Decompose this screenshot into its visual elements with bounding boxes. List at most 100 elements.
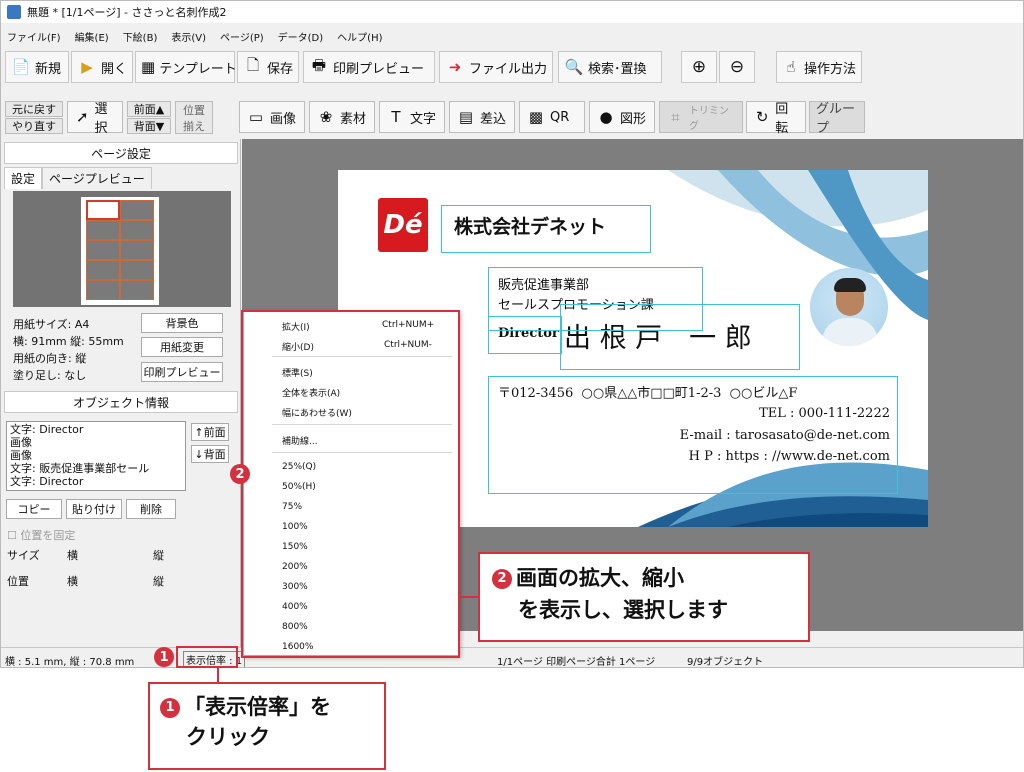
file-output-button[interactable]: ➜ ファイル出力 [439,51,553,83]
background-color-button[interactable]: 背景色 [141,313,223,333]
card-slot[interactable] [120,280,154,300]
text-icon: T [391,108,401,126]
list-item[interactable]: 文字: Director [10,423,182,436]
page-settings-header: ページ設定 [4,142,238,164]
text-button[interactable]: T 文字 [379,101,445,133]
lock-position-checkbox[interactable]: ☐ 位置を固定 [7,527,75,543]
align-button[interactable]: 位置 揃え [175,101,213,134]
title-bar: 無題 * [1/1ページ] - ささっと名刺作成2 [1,1,1023,23]
paper-thumbnail [81,197,159,305]
list-item[interactable]: 画像 [10,436,182,449]
menu-page[interactable]: ページ(P) [220,29,264,44]
zoom-in-button[interactable]: ⊕ [681,51,717,83]
undo-button[interactable]: 元に戻す [5,101,63,117]
copy-button[interactable]: コピー [6,499,62,519]
menu-underlay[interactable]: 下絵(B) [123,29,158,44]
profile-photo[interactable] [810,268,888,346]
object-front-button[interactable]: ↑前面 [191,423,229,441]
delete-button[interactable]: 削除 [126,499,176,519]
zoom-in-icon: ⊕ [691,57,707,77]
list-item[interactable]: 文字: 販売促進事業部セール [10,462,182,475]
callout-two-connector [460,596,480,598]
zoom-highlight-box [176,646,238,668]
selected-card-slot[interactable] [86,200,120,220]
menu-help[interactable]: ヘルプ(H) [337,29,382,44]
rotate-button[interactable]: ↻ 回転 [746,101,806,136]
card-slot[interactable] [86,220,120,240]
search-icon: 🔍 [564,58,584,76]
merge-document-icon: ▤ [458,108,474,126]
template-button[interactable]: ▦ テンプレート [135,51,237,83]
page-tabs: 設定 ページプレビュー [4,167,152,189]
coords-readout: 横 : 5.1 mm, 縦 : 70.8 mm [5,657,135,668]
save-icon: 🗋 [246,55,260,74]
zoom-out-button[interactable]: ⊖ [719,51,755,83]
menu-view[interactable]: 表示(V) [171,29,206,44]
trim-button[interactable]: ⌗ トリミング [659,101,743,133]
tab-page-preview[interactable]: ページプレビュー [42,167,152,189]
step-two-marker: 2 [230,464,250,484]
orientation-label: 用紙の向き: 縦 [13,352,87,365]
list-item[interactable]: 画像 [10,449,182,462]
paste-button[interactable]: 貼り付け [66,499,122,519]
redo-button[interactable]: やり直す [5,118,63,134]
object-list[interactable]: 文字: Director 画像 画像 文字: 販売促進事業部セール 文字: Di… [6,421,186,491]
callout-step-two: 2 画面の拡大、縮小 を表示し、選択します [478,552,810,642]
card-slot[interactable] [120,260,154,280]
bleed-label: 塗り足し: なし [13,369,87,382]
object-back-button[interactable]: ↓背面 [191,445,229,463]
search-replace-button[interactable]: 🔍 検索･置換 [558,51,662,83]
position-vertical-label: 縦 [153,575,164,588]
list-item[interactable]: 文字: Director [10,475,182,488]
image-button[interactable]: ▭ 画像 [239,101,305,133]
new-button[interactable]: 📄 新規 [5,51,69,83]
merge-button[interactable]: ▤ 差込 [449,101,515,133]
shape-button[interactable]: ● 図形 [589,101,655,133]
page-preview [13,191,231,307]
open-folder-icon: ▶ [81,58,93,76]
print-preview-small-button[interactable]: 印刷プレビュー [141,362,223,382]
menu-bar: ファイル(F) 編集(E) 下絵(B) 表示(V) ページ(P) データ(D) … [1,25,383,47]
page-count: 1/1ページ 印刷ページ合計 1ページ [497,657,656,668]
size-horizontal-label: 横 [67,549,78,562]
rotate-icon: ↻ [755,108,769,126]
card-slot[interactable] [86,240,120,260]
card-slot[interactable] [120,200,154,220]
select-button[interactable]: ➚ 選択 [67,101,123,136]
help-button[interactable]: ☝ 操作方法 [776,51,862,83]
tab-settings[interactable]: 設定 [4,167,43,189]
selection-company [441,205,651,253]
callout-step-one: 1 「表示倍率」を クリック [148,682,386,770]
change-paper-button[interactable]: 用紙変更 [141,337,223,357]
material-button[interactable]: ❀ 素材 [309,101,375,133]
selection-title [488,316,562,354]
company-logo[interactable]: Dé [378,198,428,252]
card-slot[interactable] [120,240,154,260]
card-layout-grid [86,200,154,300]
dimensions-label: 横: 91mm 縦: 55mm [13,335,124,348]
size-label: サイズ [7,549,40,562]
save-button[interactable]: 🗋 保存 [237,51,299,83]
menu-data[interactable]: データ(D) [278,29,324,44]
print-preview-button[interactable]: 🖶 印刷プレビュー [303,51,435,83]
template-icon: ▦ [141,58,156,76]
card-slot[interactable] [86,280,120,300]
object-info-header: オブジェクト情報 [4,391,238,413]
open-button[interactable]: ▶ 開く [71,51,133,83]
app-icon [7,5,21,19]
bring-front-button[interactable]: 前面▲ [127,101,171,117]
menu-edit[interactable]: 編集(E) [75,29,109,44]
left-panel: ページ設定 設定 ページプレビュー 用紙サイズ: A4 横: 91mm 縦: 5… [1,139,241,647]
menu-file[interactable]: ファイル(F) [7,29,61,44]
object-count: 9/9オブジェクト [687,657,764,668]
group-button[interactable]: グループ [809,101,865,136]
qr-button[interactable]: ▩ QR [519,101,585,133]
send-back-button[interactable]: 背面▼ [127,118,171,134]
selection-contact [488,376,898,494]
callout-one-badge: 1 [160,698,180,718]
position-label: 位置 [7,575,29,588]
card-slot[interactable] [120,220,154,240]
qr-code-icon: ▩ [528,108,544,126]
window-title: 無題 * [1/1ページ] - ささっと名刺作成2 [27,6,227,19]
card-slot[interactable] [86,260,120,280]
